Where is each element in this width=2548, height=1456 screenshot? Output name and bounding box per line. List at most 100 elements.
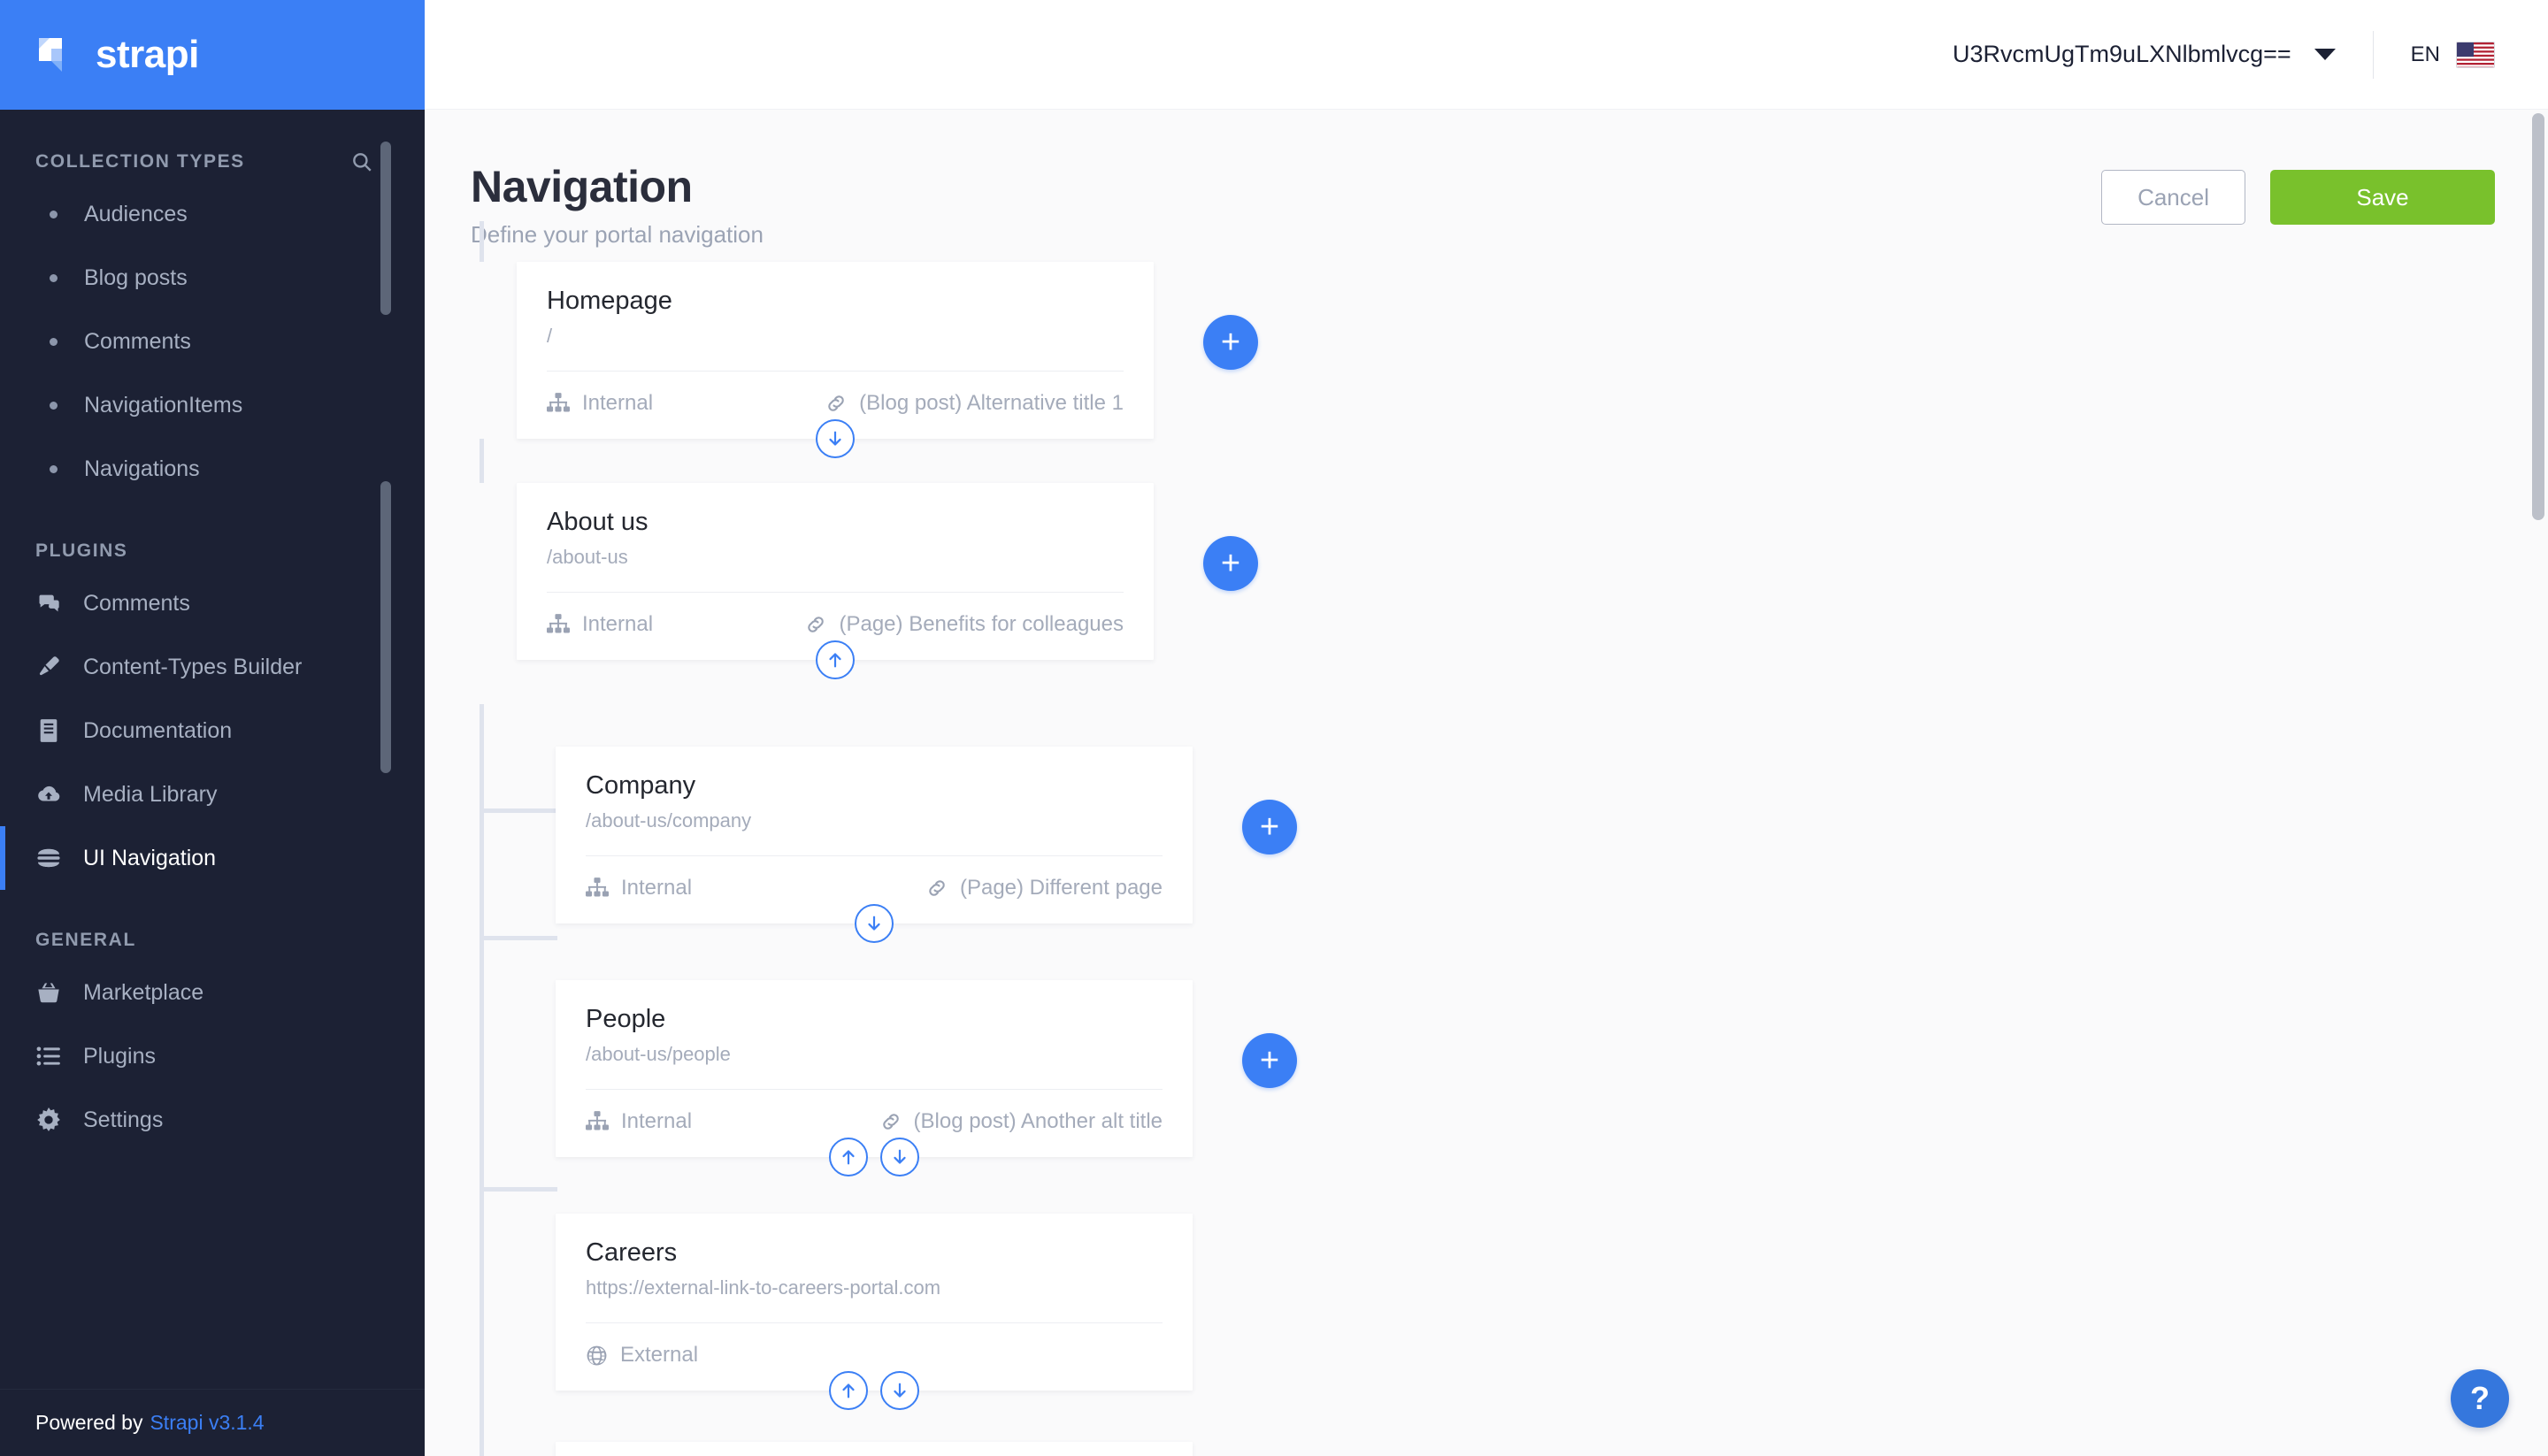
sidebar-scroll-area: COLLECTION TYPES Audiences Blog posts Co… [0, 110, 425, 1389]
comments-icon [35, 590, 62, 617]
nav-card-related: (Blog post) Another alt title [880, 1109, 1163, 1134]
nav-card-path: /about-us/company [556, 801, 1193, 832]
user-token-dropdown[interactable]: U3RvcmUgTm9uLXNlbmlvcg== [1953, 41, 2336, 68]
sidebar-item-label: Documentation [83, 718, 232, 744]
sidebar-item-navigationitems[interactable]: NavigationItems [0, 373, 425, 437]
nav-card-title: Careers [556, 1214, 1193, 1268]
save-button[interactable]: Save [2270, 170, 2495, 225]
move-up-button[interactable] [829, 1138, 868, 1176]
sidebar-scrollbar-upper[interactable] [380, 142, 391, 315]
language-selector[interactable]: EN [2411, 42, 2495, 68]
nav-card-careers[interactable]: Careers https://external-link-to-careers… [556, 1214, 1193, 1391]
brand-header[interactable]: strapi [0, 0, 425, 110]
tree-branch-line [480, 808, 557, 813]
sidebar-item-plugin-comments[interactable]: Comments [0, 571, 425, 635]
move-up-button[interactable] [816, 640, 855, 679]
sidebar: strapi COLLECTION TYPES Audiences Blog p… [0, 0, 425, 1456]
tree-trunk-line [480, 704, 484, 1456]
strapi-version-link[interactable]: Strapi v3.1.4 [150, 1411, 264, 1435]
nav-card-type-label: Internal [582, 391, 653, 416]
nav-card-title: Homepage [517, 262, 1154, 316]
sidebar-item-blog-posts[interactable]: Blog posts [0, 246, 425, 310]
add-sibling-button-homepage[interactable]: + [1203, 315, 1258, 370]
collection-types-header: COLLECTION TYPES [0, 142, 425, 182]
spacer [0, 890, 425, 920]
sidebar-item-documentation[interactable]: Documentation [0, 699, 425, 762]
sidebar-item-label: NavigationItems [84, 393, 242, 418]
nav-card-related: (Page) Different page [926, 876, 1163, 900]
nav-card-related-label: (Page) Different page [960, 876, 1163, 900]
nav-card-about-us[interactable]: About us /about-us [517, 483, 1154, 660]
sidebar-item-navigations[interactable]: Navigations [0, 437, 425, 501]
nav-card-title: People [556, 980, 1193, 1034]
sidebar-item-label: Comments [84, 329, 191, 355]
nav-card-type-label: External [620, 1343, 698, 1368]
nav-card-partial-next[interactable] [556, 1442, 1193, 1456]
nav-card-footer: External [556, 1323, 1193, 1391]
nav-card-related-label: (Page) Benefits for colleagues [839, 612, 1124, 637]
cancel-button[interactable]: Cancel [2101, 170, 2245, 225]
move-down-button[interactable] [880, 1371, 919, 1410]
move-up-button[interactable] [829, 1371, 868, 1410]
sidebar-item-label: Plugins [83, 1044, 156, 1069]
globe-icon [586, 1345, 608, 1367]
nav-card-title: About us [517, 483, 1154, 537]
page-scrollbar[interactable] [2532, 113, 2544, 520]
brand-name: strapi [96, 33, 199, 77]
list-icon [35, 1043, 62, 1069]
us-flag-icon [2456, 42, 2495, 68]
main-content: U3RvcmUgTm9uLXNlbmlvcg== EN [425, 0, 2548, 1456]
page-actions: Cancel Save [2101, 170, 2495, 225]
nav-card-homepage[interactable]: Homepage / [517, 262, 1154, 439]
sidebar-item-label: Navigations [84, 456, 200, 482]
sidebar-item-label: Marketplace [83, 980, 203, 1006]
tree-trunk-line [480, 221, 484, 262]
search-icon[interactable] [350, 150, 373, 173]
page-title: Navigation [471, 161, 764, 212]
help-button[interactable]: ? [2451, 1369, 2509, 1428]
tree-row: Careers https://external-link-to-careers… [556, 1214, 1193, 1391]
sidebar-item-settings[interactable]: Settings [0, 1088, 425, 1152]
add-sibling-button-people[interactable]: + [1242, 1033, 1297, 1088]
nav-card-title: Company [556, 747, 1193, 801]
sidebar-item-label: Comments [83, 591, 190, 617]
move-down-button[interactable] [855, 904, 894, 943]
nav-card-path: / [517, 316, 1154, 348]
cloud-upload-icon [35, 781, 62, 808]
sitemap-icon [586, 1111, 609, 1132]
bullet-icon [50, 402, 58, 410]
general-header: GENERAL [0, 920, 425, 961]
link-icon [926, 877, 948, 899]
tree-row: Homepage / [517, 262, 1258, 439]
tree-row: About us /about-us [517, 483, 1258, 660]
sidebar-item-ui-navigation[interactable]: UI Navigation [0, 826, 425, 890]
sidebar-item-marketplace[interactable]: Marketplace [0, 961, 425, 1024]
add-sibling-button-about-us[interactable]: + [1203, 536, 1258, 591]
nav-card-company[interactable]: Company /about-us/company [556, 747, 1193, 923]
nav-card-type: Internal [547, 612, 653, 637]
sidebar-item-comments[interactable]: Comments [0, 310, 425, 373]
add-sibling-button-company[interactable]: + [1242, 800, 1297, 854]
sidebar-item-content-types-builder[interactable]: Content-Types Builder [0, 635, 425, 699]
move-down-button[interactable] [880, 1138, 919, 1176]
move-down-button[interactable] [816, 419, 855, 458]
nav-card-people[interactable]: People /about-us/people [556, 980, 1193, 1157]
tree-trunk-line [480, 439, 484, 483]
nav-card-related: (Blog post) Alternative title 1 [825, 391, 1124, 416]
nav-card-type: Internal [586, 1109, 692, 1134]
bullet-icon [50, 465, 58, 473]
chevron-down-icon [2314, 49, 2336, 60]
strapi-logo-icon [35, 34, 76, 75]
topbar: U3RvcmUgTm9uLXNlbmlvcg== EN [425, 0, 2548, 110]
sidebar-scrollbar-lower[interactable] [380, 481, 391, 773]
sidebar-item-label: Settings [83, 1107, 163, 1133]
sidebar-item-plugins[interactable]: Plugins [0, 1024, 425, 1088]
brush-icon [35, 654, 62, 680]
bullet-icon [50, 274, 58, 282]
sidebar-item-media-library[interactable]: Media Library [0, 762, 425, 826]
nav-card-related: (Page) Benefits for colleagues [805, 612, 1124, 637]
sitemap-icon [547, 393, 570, 414]
basket-icon [35, 979, 62, 1006]
tree-branch-line [480, 1187, 557, 1192]
sidebar-item-audiences[interactable]: Audiences [0, 182, 425, 246]
